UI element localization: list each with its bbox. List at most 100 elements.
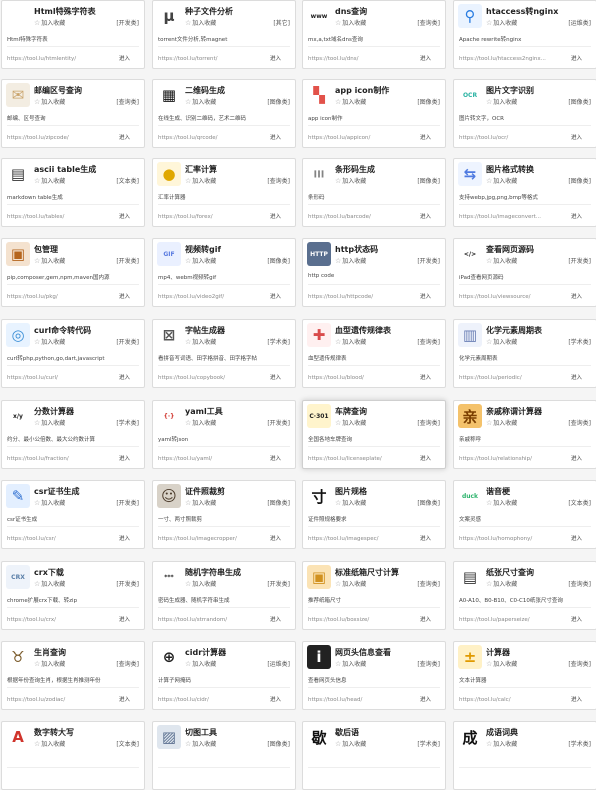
tool-card[interactable]: OCR 图片文字识别 ☆加入收藏 [图像类] 图片转文字，OCR https://tool… xyxy=(453,79,596,148)
add-favorite-button[interactable]: ☆加入收藏 xyxy=(335,418,366,427)
tool-url[interactable]: https://tool.lu/yaml/ xyxy=(158,456,258,462)
add-favorite-button[interactable]: ☆加入收藏 xyxy=(185,659,216,668)
add-favorite-button[interactable]: ☆加入收藏 xyxy=(335,256,366,265)
add-favorite-button[interactable]: ☆加入收藏 xyxy=(486,659,517,668)
tool-url[interactable]: https://tool.lu/htaccess2nginx... xyxy=(459,56,559,62)
tool-title[interactable]: ascii table生成 xyxy=(34,164,142,175)
enter-link[interactable]: 进入 xyxy=(420,292,431,300)
add-favorite-button[interactable]: ☆加入收藏 xyxy=(335,97,366,106)
enter-link[interactable]: 进入 xyxy=(270,695,281,703)
enter-link[interactable]: 进入 xyxy=(270,615,281,623)
tool-url[interactable]: https://tool.lu/barcode/ xyxy=(308,214,408,220)
add-favorite-button[interactable]: ☆加入收藏 xyxy=(335,337,366,346)
enter-link[interactable]: 进入 xyxy=(270,212,281,220)
tool-card[interactable]: ± 计算器 ☆加入收藏 [查询类] 文本计算器 https://tool.lu/calc/… xyxy=(453,641,596,710)
tool-card[interactable]: 成成语词典 ☆加入收藏 [学术类] xyxy=(453,721,596,790)
tool-url[interactable]: https://tool.lu/blood/ xyxy=(308,375,408,381)
tool-title[interactable]: csr证书生成 xyxy=(34,486,142,497)
tool-card[interactable]: ⇆ 图片格式转换 ☆加入收藏 [图像类] 支持webp,jpg,png,bmp等格式 ht… xyxy=(453,158,596,227)
tool-title[interactable]: 条形码生成 xyxy=(335,164,443,175)
enter-link[interactable]: 进入 xyxy=(270,54,281,62)
add-favorite-button[interactable]: ☆加入收藏 xyxy=(34,337,65,346)
tool-url[interactable]: https://tool.lu/viewsource/ xyxy=(459,294,559,300)
add-favorite-button[interactable]: ☆加入收藏 xyxy=(34,659,65,668)
tool-url[interactable]: https://tool.lu/ocr/ xyxy=(459,135,559,141)
tool-title[interactable]: 证件照裁剪 xyxy=(185,486,293,497)
enter-link[interactable]: 进入 xyxy=(270,373,281,381)
tool-title[interactable]: 生肖查询 xyxy=(34,647,142,658)
enter-link[interactable]: 进入 xyxy=(420,373,431,381)
tool-title[interactable]: 分数计算器 xyxy=(34,406,142,417)
tool-card[interactable]: ♉ 生肖查询 ☆加入收藏 [查询类] 根据年份查询生肖，根据生肖推测年份 https://… xyxy=(1,641,145,710)
add-favorite-button[interactable]: ☆加入收藏 xyxy=(185,337,216,346)
tool-card[interactable]: </> 查看网页源码 ☆加入收藏 [开发类] iPad查看网页源码 https://too… xyxy=(453,238,596,307)
add-favorite-button[interactable]: ☆加入收藏 xyxy=(34,18,65,27)
tool-card[interactable]: x/y 分数计算器 ☆加入收藏 [学术类] 约分、最小公倍数、最大公约数计算 https:… xyxy=(1,400,145,469)
tool-title[interactable]: 包管理 xyxy=(34,244,142,255)
tool-card[interactable]: 歇歇后语 ☆加入收藏 [学术类] xyxy=(302,721,446,790)
tool-card[interactable]: ▦ 二维码生成 ☆加入收藏 [图像类] 在线生成、识别二维码，艺术二维码 https://… xyxy=(152,79,296,148)
add-favorite-button[interactable]: ☆加入收藏 xyxy=(185,579,216,588)
enter-link[interactable]: 进入 xyxy=(571,133,582,141)
tool-title[interactable]: 计算器 xyxy=(486,647,594,658)
enter-link[interactable]: 进入 xyxy=(119,695,130,703)
enter-link[interactable]: 进入 xyxy=(420,534,431,542)
tool-title[interactable]: 二维码生成 xyxy=(185,85,293,96)
tool-url[interactable]: https://tool.lu/relationship/ xyxy=(459,456,559,462)
tool-url[interactable]: https://tool.lu/dns/ xyxy=(308,56,408,62)
add-favorite-button[interactable]: ☆加入收藏 xyxy=(34,256,65,265)
enter-link[interactable]: 进入 xyxy=(119,292,130,300)
tool-url[interactable]: https://tool.lu/htmlentity/ xyxy=(7,56,107,62)
enter-link[interactable]: 进入 xyxy=(270,133,281,141)
tool-card[interactable]: *** 随机字符串生成 ☆加入收藏 [开发类] 密码生成器、随机字符串生成 https:/… xyxy=(152,561,296,630)
tool-card[interactable]: ▣ 包管理 ☆加入收藏 [开发类] pip,composer,gem,npm,maven… xyxy=(1,238,145,307)
enter-link[interactable]: 进入 xyxy=(119,54,130,62)
enter-link[interactable]: 进入 xyxy=(571,534,582,542)
enter-link[interactable]: 进入 xyxy=(119,133,130,141)
tool-url[interactable]: https://tool.lu/video2gif/ xyxy=(158,294,258,300)
tool-url[interactable]: https://tool.lu/paperseize/ xyxy=(459,617,559,623)
add-favorite-button[interactable]: ☆加入收藏 xyxy=(486,18,517,27)
add-favorite-button[interactable]: ☆加入收藏 xyxy=(185,18,216,27)
tool-url[interactable]: https://tool.lu/appicon/ xyxy=(308,135,408,141)
tool-card[interactable]: 寸图片规格 ☆加入收藏 [图像类] 证件照规格要求 https://tool.lu/im… xyxy=(302,480,446,549)
add-favorite-button[interactable]: ☆加入收藏 xyxy=(185,498,216,507)
enter-link[interactable]: 进入 xyxy=(571,292,582,300)
tool-title[interactable]: 随机字符串生成 xyxy=(185,567,293,578)
tool-url[interactable]: https://tool.lu/homophony/ xyxy=(459,536,559,542)
add-favorite-button[interactable]: ☆加入收藏 xyxy=(34,739,65,748)
tool-title[interactable]: 查看网页源码 xyxy=(486,244,594,255)
tool-url[interactable]: https://tool.lu/qrcode/ xyxy=(158,135,258,141)
add-favorite-button[interactable]: ☆加入收藏 xyxy=(34,498,65,507)
add-favorite-button[interactable]: ☆加入收藏 xyxy=(486,418,517,427)
tool-card[interactable]: i 网页头信息查看 ☆加入收藏 [查询类] 查看网页头信息 https://tool.lu… xyxy=(302,641,446,710)
enter-link[interactable]: 进入 xyxy=(420,615,431,623)
tool-title[interactable]: 图片规格 xyxy=(335,486,443,497)
tool-card[interactable]: ✎ csr证书生成 ☆加入收藏 [开发类] csr证书生成 https://tool.lu… xyxy=(1,480,145,549)
tool-title[interactable]: 成语词典 xyxy=(486,727,594,738)
tool-title[interactable]: curl命令转代码 xyxy=(34,325,142,336)
tool-title[interactable]: 切图工具 xyxy=(185,727,293,738)
tool-url[interactable]: https://tool.lu/fraction/ xyxy=(7,456,107,462)
add-favorite-button[interactable]: ☆加入收藏 xyxy=(335,498,366,507)
enter-link[interactable]: 进入 xyxy=(270,292,281,300)
add-favorite-button[interactable]: ☆加入收藏 xyxy=(335,739,366,748)
enter-link[interactable]: 进入 xyxy=(119,212,130,220)
tool-url[interactable]: https://tool.lu/cidr/ xyxy=(158,697,258,703)
add-favorite-button[interactable]: ☆加入收藏 xyxy=(486,579,517,588)
tool-title[interactable]: 谐音梗 xyxy=(486,486,594,497)
tool-card[interactable]: 亲亲戚称谓计算器 ☆加入收藏 [查询类] 亲戚称呼 https://tool.lu/re… xyxy=(453,400,596,469)
enter-link[interactable]: 进入 xyxy=(571,54,582,62)
tool-title[interactable]: 图片格式转换 xyxy=(486,164,594,175)
enter-link[interactable]: 进入 xyxy=(270,454,281,462)
tool-url[interactable]: https://tool.lu/torrent/ xyxy=(158,56,258,62)
tool-url[interactable]: https://tool.lu/imagecropper/ xyxy=(158,536,258,542)
tool-card[interactable]: ▤ ascii table生成 ☆加入收藏 [文本类] markdown table生成… xyxy=(1,158,145,227)
tool-card[interactable]: {·} yaml工具 ☆加入收藏 [开发类] yaml转json https://tool… xyxy=(152,400,296,469)
add-favorite-button[interactable]: ☆加入收藏 xyxy=(185,176,216,185)
add-favorite-button[interactable]: ☆加入收藏 xyxy=(486,97,517,106)
tool-card[interactable]: GIF 视频转gif ☆加入收藏 [图像类] mp4、webm视频转gif https:/… xyxy=(152,238,296,307)
enter-link[interactable]: 进入 xyxy=(420,212,431,220)
tool-card[interactable]: ▥ 化学元素周期表 ☆加入收藏 [学术类] 化学元素周期表 https://tool.lu… xyxy=(453,319,596,388)
add-favorite-button[interactable]: ☆加入收藏 xyxy=(34,579,65,588)
